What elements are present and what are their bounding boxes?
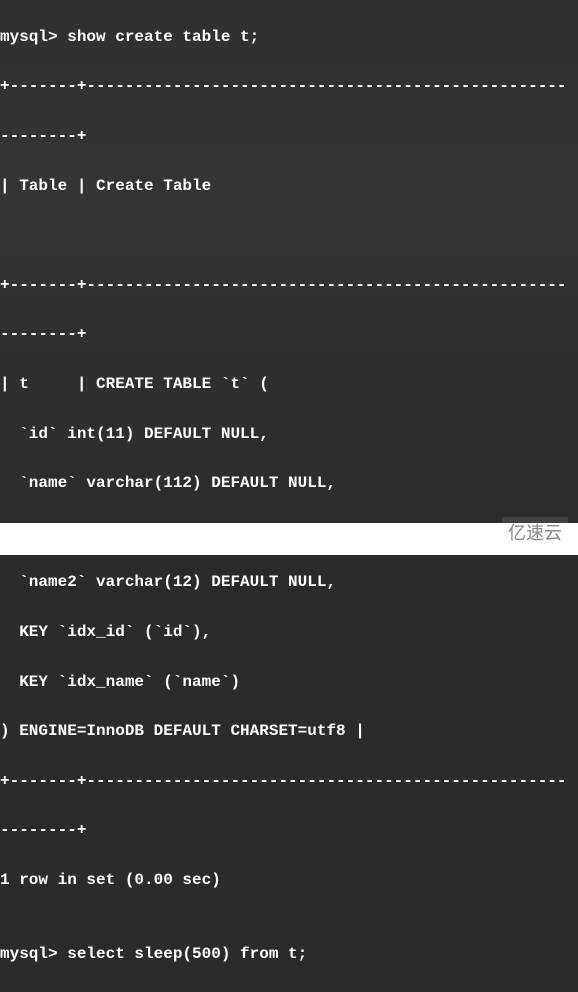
separator-line: +-------+-------------------------------…	[0, 74, 578, 99]
column-def-line: `id` int(11) DEFAULT NULL,	[0, 422, 578, 447]
column-def-line: `name2` varchar(12) DEFAULT NULL,	[0, 570, 578, 595]
sql-command-line: mysql> show create table t;	[0, 25, 578, 50]
key-def-line: KEY `idx_name` (`name`)	[0, 670, 578, 695]
separator-line: +-------+-------------------------------…	[0, 273, 578, 298]
result-line: 1 row in set (0.00 sec)	[0, 868, 578, 893]
separator-line: +-------+-------------------------------…	[0, 769, 578, 794]
engine-line: ) ENGINE=InnoDB DEFAULT CHARSET=utf8 |	[0, 719, 578, 744]
column-def-line: `name` varchar(112) DEFAULT NULL,	[0, 471, 578, 496]
separator-line: --------+	[0, 818, 578, 843]
separator-line: --------+	[0, 124, 578, 149]
create-table-line: | t | CREATE TABLE `t` (	[0, 372, 578, 397]
blank-line	[0, 223, 578, 248]
separator-line: --------+	[0, 322, 578, 347]
terminal-output: mysql> show create table t; +-------+---…	[0, 0, 578, 992]
sql-command-line: mysql> select sleep(500) from t;	[0, 942, 578, 967]
key-def-line: KEY `idx_id` (`id`),	[0, 620, 578, 645]
table-header-row: | Table | Create Table	[0, 174, 578, 199]
bottom-strip	[0, 523, 578, 555]
watermark-text: 亿速云	[502, 517, 568, 547]
